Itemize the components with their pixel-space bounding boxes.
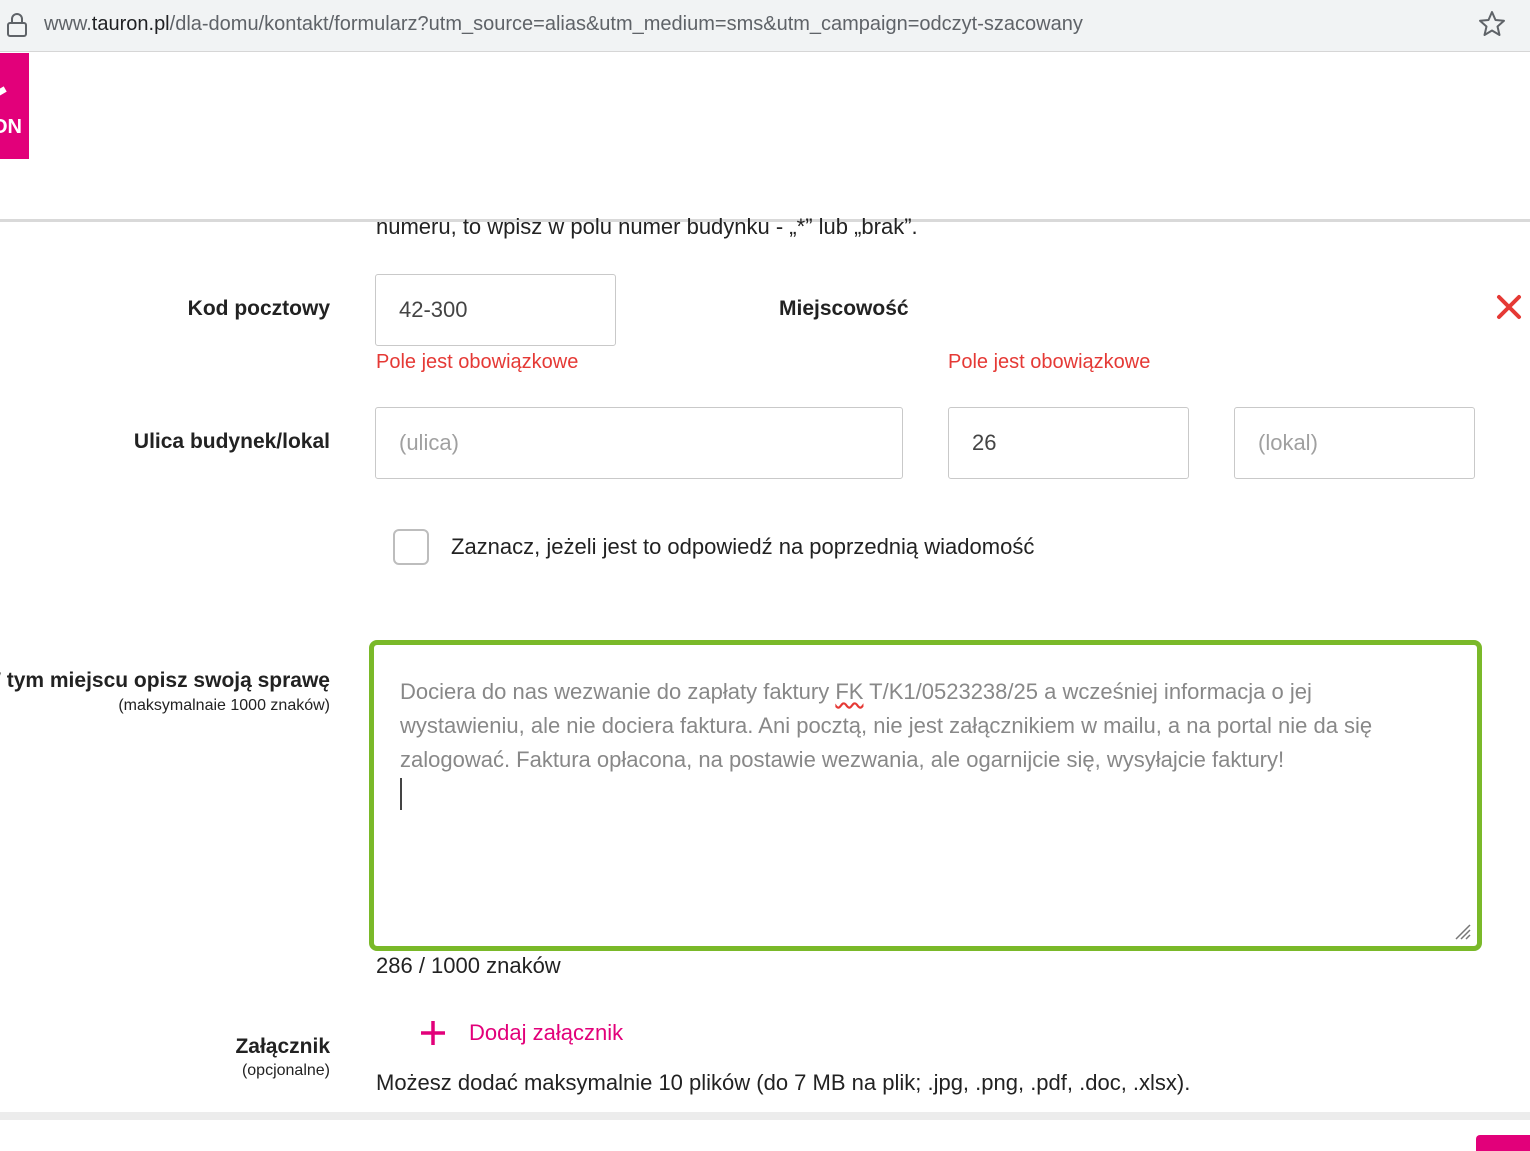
city-error: Pole jest obowiązkowe [948,351,1151,373]
building-number-input[interactable] [948,407,1189,479]
postal-code-error: Pole jest obowiązkowe [376,351,579,373]
url-path: /dla-domu/kontakt/formularz?utm_source=a… [169,13,1083,35]
description-label: W tym miejscu opisz swoją sprawę [0,669,330,692]
street-label: Ulica budynek/lokal [133,430,330,453]
resize-handle-icon[interactable] [1451,920,1471,940]
text-caret [400,778,402,810]
star-icon[interactable] [1477,9,1507,39]
logo-mark [0,86,7,98]
plus-icon [421,1021,445,1045]
close-icon[interactable] [1494,292,1524,322]
attachment-info: Możesz dodać maksymalnie 10 plików (do 7… [376,1070,1191,1095]
description-textarea[interactable]: Dociera do nas wezwanie do zapłaty faktu… [369,640,1482,951]
url-text[interactable]: www.tauron.pl/dla-domu/kontakt/formularz… [44,13,1083,36]
tauron-logo[interactable]: ON [0,53,29,159]
description-text[interactable]: Dociera do nas wezwanie do zapłaty faktu… [400,675,1440,777]
reply-checkbox-label[interactable]: Zaznacz, jeżeli jest to odpowiedź na pop… [451,534,1034,560]
reply-checkbox[interactable] [393,529,429,565]
postal-code-label: Kod pocztowy [187,297,330,320]
bottom-divider [0,1112,1530,1120]
attachment-sublabel: (opcjonalne) [241,1062,330,1079]
spellcheck-flagged-word[interactable]: FK [835,679,863,704]
attachment-label: Załącznik [235,1035,330,1058]
description-sublabel: (maksymalnaie 1000 znaków) [118,697,330,714]
logo-text: ON [0,116,22,138]
add-attachment-label: Dodaj załącznik [469,1020,624,1045]
url-domain: tauron.pl [91,13,170,35]
add-attachment-button[interactable]: Dodaj załącznik [418,1016,623,1050]
lock-icon[interactable] [6,12,28,38]
building-number-hint: numeru, to wpisz w polu numer budynku - … [376,214,918,239]
postal-code-input[interactable] [375,274,616,346]
unit-number-input[interactable] [1234,407,1475,479]
address-bar[interactable]: www.tauron.pl/dla-domu/kontakt/formularz… [0,0,1530,52]
character-counter: 286 / 1000 znaków [376,953,561,978]
submit-button[interactable] [1476,1135,1530,1151]
street-input[interactable] [375,407,903,479]
city-label: Miejscowość [779,297,909,320]
